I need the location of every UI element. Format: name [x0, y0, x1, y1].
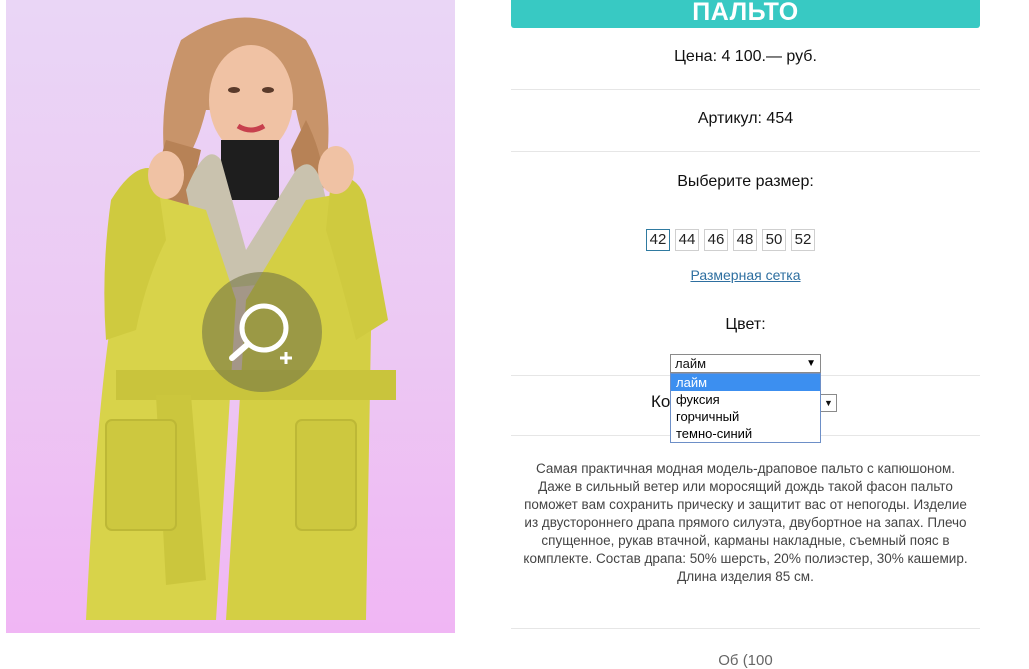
size-option-44[interactable]: 44 — [675, 229, 699, 251]
color-option-mustard[interactable]: горчичный — [671, 408, 820, 425]
choose-size-label: Выберите размер: — [677, 173, 814, 190]
color-option-navy[interactable]: темно-синий — [671, 425, 820, 442]
size-option-52[interactable]: 52 — [791, 229, 815, 251]
color-select-value: лайм — [675, 356, 707, 371]
color-label: Цвет: — [725, 316, 766, 333]
size-option-46[interactable]: 46 — [704, 229, 728, 251]
caret-down-icon: ▼ — [806, 358, 816, 369]
product-description: Самая практичная модная модель-драповое … — [523, 461, 968, 584]
size-option-48[interactable]: 48 — [733, 229, 757, 251]
color-select[interactable]: лайм ▼ — [670, 354, 821, 373]
divider — [511, 628, 980, 629]
divider — [511, 151, 980, 152]
zoom-button[interactable] — [202, 272, 322, 392]
color-dropdown-list: лайм фуксия горчичный темно-синий — [670, 373, 821, 443]
zoom-in-magnifier-icon — [229, 303, 292, 364]
size-options: 42 44 46 48 50 52 — [646, 229, 815, 251]
quantity-label: Ко — [651, 392, 671, 411]
size-option-50[interactable]: 50 — [762, 229, 786, 251]
color-option-lime[interactable]: лайм — [671, 374, 820, 391]
quantity-select[interactable]: ▼ — [821, 394, 837, 412]
article-label: Артикул: 454 — [697, 110, 794, 127]
divider — [511, 89, 980, 90]
price-label: Цена: 4 100.— руб. — [674, 48, 817, 65]
product-title: ПАЛЬТО — [511, 0, 980, 28]
caret-down-icon: ▼ — [824, 398, 833, 408]
size-option-42[interactable]: 42 — [646, 229, 670, 251]
color-option-fuchsia[interactable]: фуксия — [671, 391, 820, 408]
size-chart-link[interactable]: Размерная сетка — [511, 267, 980, 283]
product-photo[interactable] — [6, 0, 455, 633]
